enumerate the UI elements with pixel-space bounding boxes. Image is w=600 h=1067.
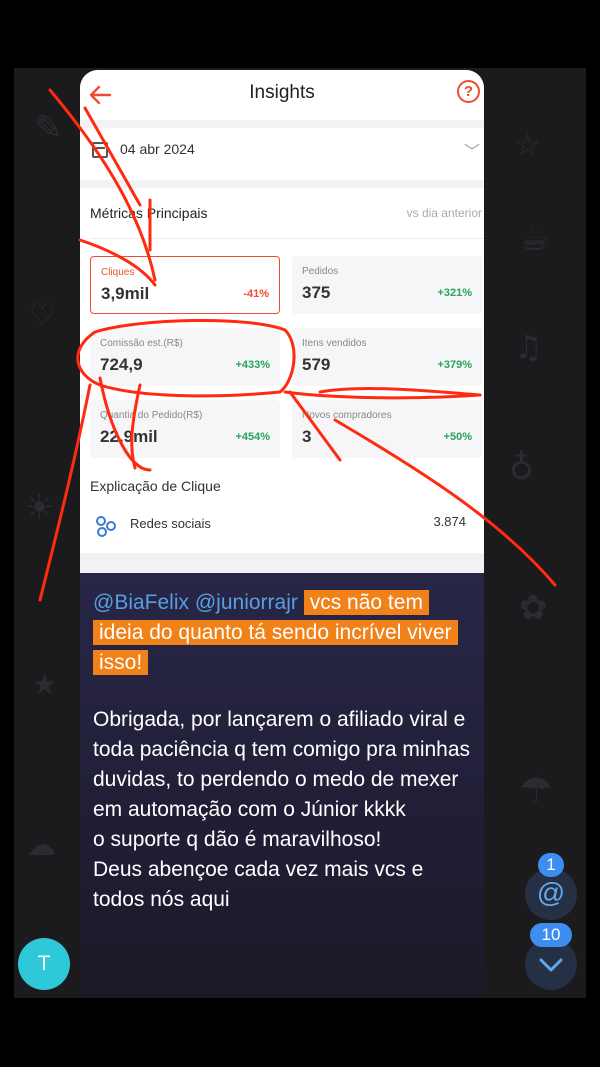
doodle-umbrella-icon: ☂ [519,768,554,812]
doodle-star2-icon: ★ [32,668,58,701]
metric-value: 22,9mil [100,427,158,446]
message-header: @BiaFelix @juniorrajr vcs não tem ideia … [93,588,473,678]
metric-value: 375 [302,283,331,302]
message-bubble: @BiaFelix @juniorrajr vcs não tem ideia … [80,573,484,995]
doodle-cup-icon: ☕ [519,218,552,259]
metric-label: Novos compradores [302,410,392,421]
metric-value: 579 [302,355,331,374]
doodle-star-icon: ☆ [514,128,541,163]
mention-count-badge: 1 [538,853,564,877]
doodle-music-icon: ♫ [514,328,543,366]
mention-symbol-icon: @ [536,877,566,908]
doodle-cloud-icon: ☁ [26,828,56,863]
metric-tile-clicks[interactable]: Cliques 3,9mil -41% [90,256,280,314]
metric-label: Cliques [101,267,135,278]
divider [90,238,484,239]
doodle-pencil-icon: ✎ [34,108,63,148]
help-icon[interactable]: ? [457,80,480,103]
calendar-icon [92,142,108,158]
metric-label: Itens vendidos [302,338,367,349]
chevron-down-icon: ﹀ [463,144,480,161]
mention-link[interactable]: @juniorrajr [195,591,298,614]
doodle-flower-icon: ✿ [519,588,548,628]
social-network-icon [96,516,116,537]
unread-count-badge: 10 [530,923,572,947]
mention-link[interactable]: @BiaFelix [93,591,189,614]
metric-tile-items-sold[interactable]: Itens vendidos 579 +379% [292,328,482,386]
insights-header: Insights ? [80,70,484,120]
doodle-sun-icon: ☀ [24,488,55,528]
metric-label: Quantia do Pedido(R$) [100,410,203,421]
metric-change: +50% [443,431,472,443]
doodle-heart-icon: ♡ [29,298,56,333]
compare-label: vs dia anterior [406,206,482,220]
avatar[interactable]: T [18,938,70,990]
social-label: Redes sociais [130,516,211,531]
social-value: 3.874 [433,514,466,529]
metric-change: +379% [437,359,472,371]
metric-tile-new-buyers[interactable]: Novos compradores 3 +50% [292,400,482,458]
click-explanation-title: Explicação de Clique [90,478,221,494]
metric-value: 3 [302,427,312,446]
date-selector[interactable]: 04 abr 2024 ﹀ [80,128,484,180]
doodle-planet-icon: ♁ [509,448,534,488]
metric-label: Pedidos [302,266,339,277]
message-text: Obrigada, por lançarem o afiliado viral … [93,708,471,911]
metric-change: +454% [235,431,270,443]
metrics-panel: Métricas Principais vs dia anterior Cliq… [80,188,484,553]
metric-tile-orders[interactable]: Pedidos 375 +321% [292,256,482,314]
metric-tile-order-amount[interactable]: Quantia do Pedido(R$) 22,9mil +454% [90,400,280,458]
page-title: Insights [249,82,315,103]
metric-tile-commission[interactable]: Comissão est.(R$) 724,9 +433% [90,328,280,386]
metric-value: 724,9 [100,355,143,374]
metric-label: Comissão est.(R$) [100,338,183,349]
metric-change: -41% [243,288,269,300]
metrics-title: Métricas Principais [90,205,208,221]
selected-date: 04 abr 2024 [120,141,195,157]
metric-change: +433% [235,359,270,371]
metric-change: +321% [437,287,472,299]
metric-value: 3,9mil [101,284,150,303]
insights-screenshot: Insights ? 04 abr 2024 ﹀ Métricas Princi… [80,70,484,573]
